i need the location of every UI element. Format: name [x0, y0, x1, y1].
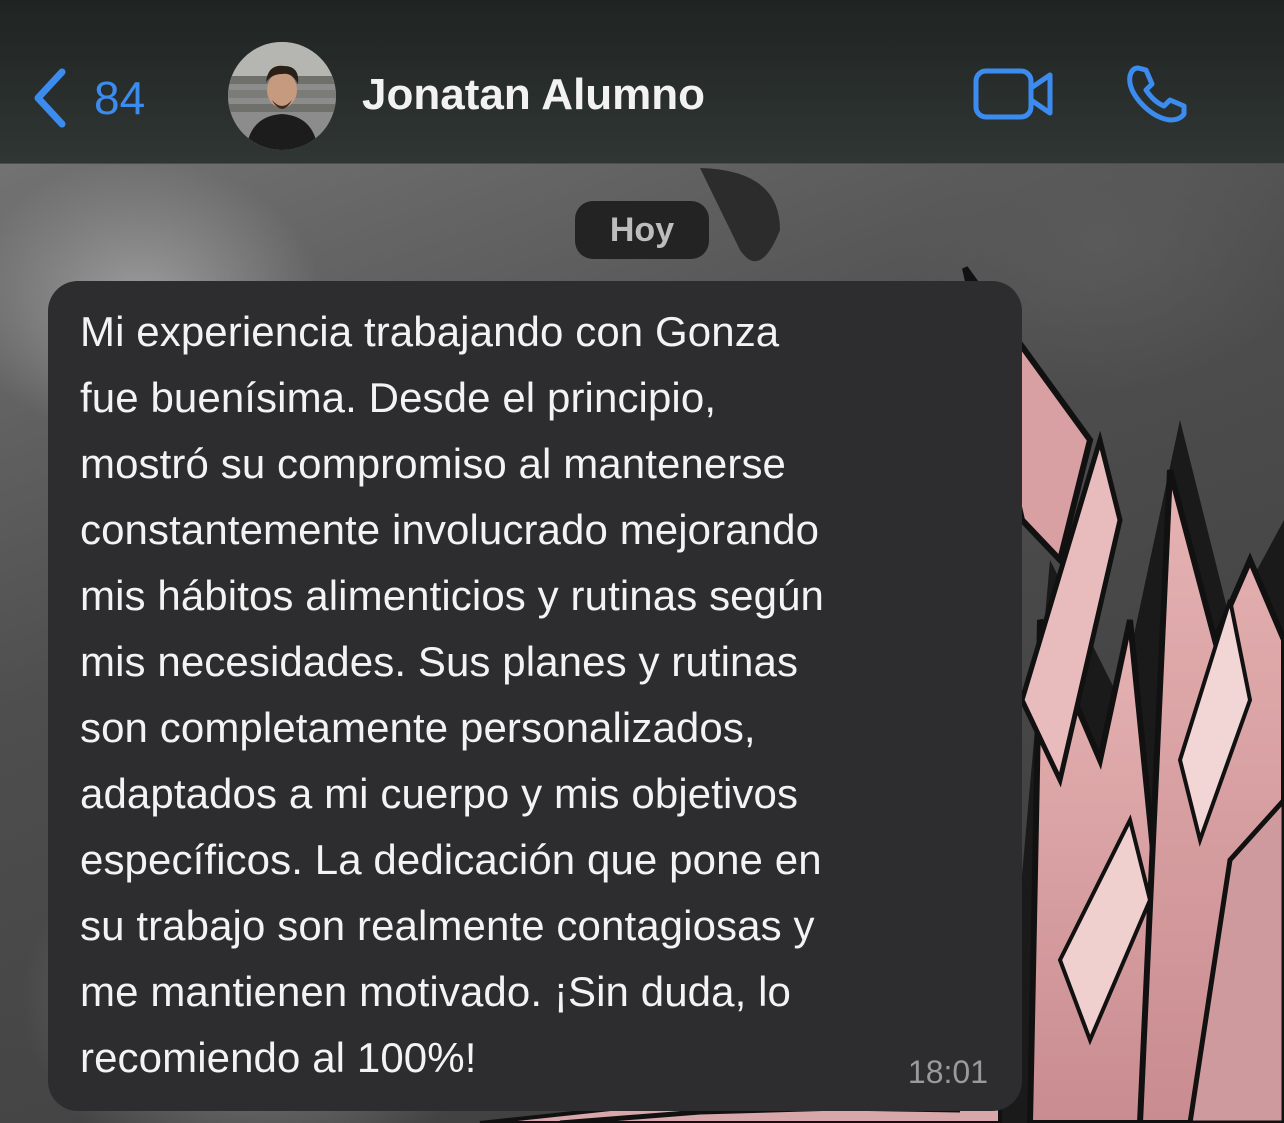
phone-icon [1127, 65, 1187, 123]
message-line: fue buenísima. Desde el principio, [80, 374, 717, 421]
message-line: mostró su compromiso al mantenerse [80, 440, 786, 487]
contact-name[interactable]: Jonatan Alumno [362, 70, 705, 120]
message-line: mis hábitos alimenticios y rutinas según [80, 572, 825, 619]
message-line: constantemente involucrado mejorando [80, 506, 820, 553]
chat-header: 84 Jonatan Alumno [0, 0, 1284, 164]
message-timestamp: 18:01 [907, 1054, 988, 1090]
back-button[interactable]: 84 [30, 60, 145, 136]
chevron-left-icon [34, 68, 66, 128]
message-line: específicos. La dedicación que pone en [80, 836, 822, 883]
message-bubble[interactable]: Mi experiencia trabajando con Gonza fue … [48, 281, 1022, 1111]
voice-call-button[interactable] [1122, 62, 1192, 126]
message-line: adaptados a mi cuerpo y mis objetivos [80, 770, 799, 817]
message-line: son completamente personalizados, [80, 704, 756, 751]
message-line: su trabajo son realmente contagiosas y [80, 902, 815, 949]
message-line: Mi experiencia trabajando con Gonza [80, 308, 780, 355]
video-call-button[interactable] [970, 62, 1060, 126]
video-camera-icon [973, 68, 1053, 120]
message-line: recomiendo al 100%! [80, 1034, 477, 1081]
contact-avatar[interactable] [228, 42, 336, 150]
message-text: Mi experiencia trabajando con Gonza fue … [80, 299, 1010, 1091]
avatar-photo [228, 42, 336, 150]
chat-screen: 84 Jonatan Alumno Hoy Mi experiencia tra… [0, 0, 1284, 1123]
date-separator: Hoy [575, 201, 709, 259]
message-line: mis necesidades. Sus planes y rutinas [80, 638, 799, 685]
message-line: me mantienen motivado. ¡Sin duda, lo [80, 968, 791, 1015]
unread-count: 84 [94, 72, 146, 124]
